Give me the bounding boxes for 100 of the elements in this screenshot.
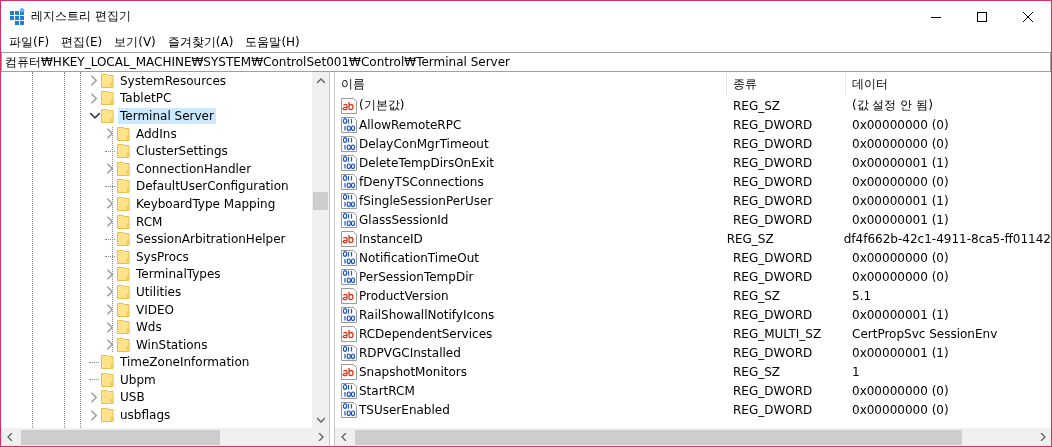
value-name[interactable]: RCDependentServices (359, 326, 493, 341)
folder-icon (117, 160, 131, 177)
table-cell-text: REG_DWORD (732, 212, 814, 227)
table-cell-text: REG_MULTI_SZ (732, 326, 823, 341)
value-name[interactable]: fSingleSessionPerUser (359, 193, 493, 208)
column-header[interactable]: 데이터 (846, 72, 1051, 96)
binary-value-icon (341, 401, 357, 418)
address-bar[interactable]: 컴퓨터₩HKEY_LOCAL_MACHINE₩SYSTEM₩ControlSet001₩Control₩Terminal Server (1, 52, 1051, 72)
scroll-right-icon[interactable] (1039, 433, 1046, 441)
close-icon (1023, 11, 1033, 22)
menu-item[interactable]: 편집(E) (55, 33, 109, 51)
table-cell-text: 0x00000001 (1) (851, 193, 950, 208)
folder-icon (117, 125, 131, 142)
tree-item[interactable]: DefaultUserConfiguration (134, 178, 291, 195)
folder-icon (101, 371, 115, 388)
tree-item[interactable]: Ubpm (118, 371, 158, 388)
table-cell-text: REG_DWORD (732, 402, 814, 417)
table-cell-text: 0x00000000 (0) (851, 402, 950, 417)
menu-item[interactable]: 즐겨찾기(A) (161, 33, 240, 51)
tree-item[interactable]: SysProcs (134, 248, 191, 265)
value-name[interactable]: DelayConMgrTimeout (359, 136, 489, 151)
table-cell-text: REG_DWORD (732, 269, 814, 284)
scroll-left-icon[interactable] (6, 433, 13, 441)
tree-item[interactable]: TimeZoneInformation (118, 354, 252, 371)
binary-value-icon (341, 135, 357, 152)
folder-icon (101, 407, 115, 424)
table-cell-text: REG_DWORD (732, 250, 814, 265)
table-cell-text: REG_DWORD (732, 383, 814, 398)
binary-value-icon (341, 306, 357, 323)
value-name[interactable]: NotificationTimeOut (359, 250, 479, 265)
value-name[interactable]: AllowRemoteRPC (359, 117, 462, 132)
value-name[interactable]: StartRCM (359, 383, 415, 398)
column-header[interactable]: 이름 (335, 72, 727, 96)
value-name[interactable]: (기본값) (359, 97, 405, 114)
value-name[interactable]: TSUserEnabled (359, 402, 450, 417)
tree-item[interactable]: ClusterSettings (134, 143, 230, 160)
column-header[interactable]: 종류 (727, 72, 846, 96)
tree-item[interactable]: Wds (134, 319, 164, 336)
scrollbar-thumb[interactable] (21, 429, 220, 445)
value-name[interactable]: InstanceID (359, 231, 423, 246)
tree-item[interactable]: VIDEO (134, 301, 176, 318)
table-cell-text: REG_DWORD (732, 345, 814, 360)
folder-icon (101, 354, 115, 371)
tree-item[interactable]: SystemResources (118, 72, 229, 89)
scroll-up-icon[interactable] (316, 77, 325, 84)
tree-item[interactable]: SessionArbitrationHelper (134, 231, 288, 248)
value-name[interactable]: ProductVersion (359, 288, 449, 303)
folder-icon (101, 108, 115, 124)
binary-value-icon (341, 154, 357, 171)
tree-item[interactable]: Terminal Server (118, 108, 216, 124)
tree-item[interactable]: TabletPC (118, 90, 174, 107)
value-name[interactable]: DeleteTempDirsOnExit (359, 155, 494, 170)
folder-icon (117, 248, 131, 265)
value-name[interactable]: GlassSessionId (359, 212, 449, 227)
tree-item[interactable]: AddIns (134, 125, 179, 142)
value-name[interactable]: PerSessionTempDir (359, 269, 474, 284)
tree-item[interactable]: KeyboardType Mapping (134, 195, 278, 212)
table-cell-text: REG_DWORD (732, 174, 814, 189)
value-name[interactable]: RailShowallNotifyIcons (359, 307, 495, 322)
table-cell-text: REG_SZ (725, 231, 775, 246)
tree-item[interactable]: Utilities (134, 283, 184, 300)
value-name[interactable]: SnapshotMonitors (359, 364, 467, 379)
string-value-icon (341, 230, 357, 247)
menu-item[interactable]: 파일(F) (3, 33, 56, 51)
folder-icon (117, 143, 131, 160)
table-cell-text: REG_DWORD (732, 155, 814, 170)
scrollbar-thumb[interactable] (355, 429, 962, 445)
tree-item[interactable]: WinStations (134, 336, 210, 353)
tree-item[interactable]: usbflags (118, 407, 173, 424)
scroll-down-icon[interactable] (316, 416, 325, 423)
folder-icon (117, 301, 131, 318)
table-cell-text: df4f662b-42c1-4911-8ca5-ff01142 (842, 231, 1051, 246)
tree-item[interactable]: ConnectionHandler (134, 160, 254, 177)
table-cell-text: CertPropSvc SessionEnv (851, 326, 999, 341)
table-cell-text: REG_SZ (732, 98, 782, 113)
binary-value-icon (341, 268, 357, 285)
tree-item[interactable]: TerminalTypes (134, 266, 223, 283)
value-name[interactable]: fDenyTSConnections (359, 174, 484, 189)
table-cell-text: 0x00000001 (1) (851, 307, 950, 322)
folder-icon (101, 90, 115, 107)
scrollbar-thumb[interactable] (313, 192, 328, 210)
scroll-left-icon[interactable] (340, 433, 347, 441)
scroll-right-icon[interactable] (317, 433, 324, 441)
table-cell-text: 5.1 (851, 288, 873, 303)
value-name[interactable]: RDPVGCInstalled (359, 345, 461, 360)
folder-icon (117, 195, 131, 212)
table-cell-text: 0x00000000 (0) (851, 269, 950, 284)
table-cell-text: REG_DWORD (732, 117, 814, 132)
menu-item[interactable]: 보기(V) (108, 33, 162, 51)
tree-item[interactable]: RCM (134, 213, 165, 230)
folder-icon (101, 72, 115, 89)
table-cell-text: REG_DWORD (732, 307, 814, 322)
string-value-icon (341, 287, 357, 304)
binary-value-icon (341, 249, 357, 266)
table-cell-text: 0x00000001 (1) (851, 155, 950, 170)
menu-item[interactable]: 도움말(H) (239, 33, 306, 51)
folder-icon (117, 266, 131, 283)
table-cell-text: REG_SZ (732, 364, 782, 379)
binary-value-icon (341, 211, 357, 228)
tree-item[interactable]: USB (118, 389, 147, 406)
